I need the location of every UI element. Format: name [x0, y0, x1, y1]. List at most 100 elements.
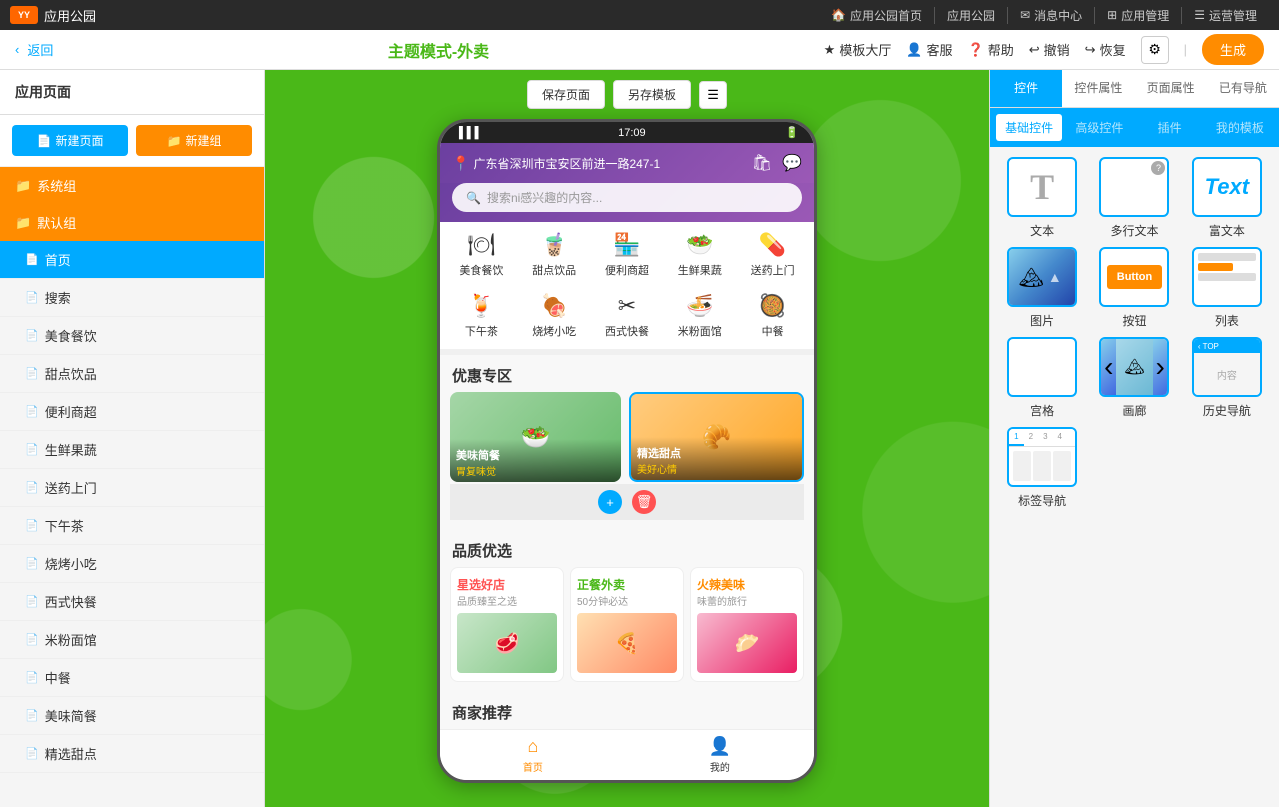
widget-multitext-icon: ?	[1099, 157, 1169, 217]
widget-list[interactable]: 列表	[1185, 247, 1269, 329]
sidebar-item-convenience[interactable]: 📄 便利商超	[0, 393, 264, 431]
redo-btn[interactable]: ↪ 恢复	[1085, 40, 1126, 59]
sidebar-item-western[interactable]: 📄 西式快餐	[0, 583, 264, 621]
new-page-button[interactable]: 📄 新建页面	[12, 125, 128, 156]
bbq-icon: 🍖	[540, 293, 567, 319]
subtab-my-template[interactable]: 我的模板	[1207, 114, 1273, 141]
save-page-button[interactable]: 保存页面	[527, 80, 605, 109]
widget-history-icon: ‹ TOP 内容	[1192, 337, 1262, 397]
quality-card-3[interactable]: 火辣美味 味蕾的旅行 🥟	[690, 567, 804, 682]
bottom-nav-home[interactable]: ⌂ 首页	[523, 736, 543, 774]
widget-grid-ctrl[interactable]: 宫格	[1000, 337, 1084, 419]
page-icon: 📄	[25, 519, 39, 532]
new-group-button[interactable]: 📁 新建组	[136, 125, 252, 156]
widget-tab-nav[interactable]: 1234 标签导航	[1000, 427, 1084, 509]
sidebar-group-system[interactable]: 📁 系统组	[0, 167, 264, 204]
tab-widget-props[interactable]: 控件属性	[1062, 70, 1134, 107]
sidebar-item-selected-dessert[interactable]: 📄 精选甜点	[0, 735, 264, 773]
help-icon: ❓	[968, 42, 984, 58]
sidebar-item-medicine[interactable]: 📄 送药上门	[0, 469, 264, 507]
sidebar-item-chinese[interactable]: 📄 中餐	[0, 659, 264, 697]
subtab-basic[interactable]: 基础控件	[996, 114, 1062, 141]
widget-text-icon: T	[1007, 157, 1077, 217]
medicine-icon: 💊	[759, 232, 786, 258]
widget-text[interactable]: T 文本	[1000, 157, 1084, 239]
sidebar-item-food[interactable]: 📄 美食餐饮	[0, 317, 264, 355]
cat-noodles[interactable]: 🍜 米粉面馆	[670, 293, 730, 339]
sidebar-item-bbq[interactable]: 📄 烧烤小吃	[0, 545, 264, 583]
widget-image-icon: 🏔	[1007, 247, 1077, 307]
page-icon: 📄	[25, 709, 39, 722]
sidebar-list: 📁 系统组 📁 默认组 📄 首页 📄 搜索 📄 美食餐饮 📄	[0, 167, 264, 807]
cat-convenience[interactable]: 🏪 便利商超	[597, 232, 657, 278]
search-bar[interactable]: 🔍 搜索ni感兴趣的内容...	[452, 183, 802, 212]
sidebar-item-home[interactable]: 📄 首页	[0, 241, 264, 279]
folder-icon: 📁	[167, 134, 182, 148]
nav-messages[interactable]: ✉ 消息中心	[1008, 7, 1095, 24]
cat-medicine[interactable]: 💊 送药上门	[743, 232, 803, 278]
promo-card-1[interactable]: 🥗 美味简餐 胃复味觉	[450, 392, 621, 482]
save-template-button[interactable]: 另存模板	[613, 80, 691, 109]
nav-app-park[interactable]: 应用公园	[935, 7, 1008, 24]
widget-multitext[interactable]: ? 多行文本	[1092, 157, 1176, 239]
widget-button[interactable]: Button 按钮	[1092, 247, 1176, 329]
logo-icon: YY	[10, 6, 38, 24]
quality-card-2[interactable]: 正餐外卖 50分钟必达 🍕	[570, 567, 684, 682]
widget-image[interactable]: 🏔 图片	[1000, 247, 1084, 329]
person-icon: 👤	[906, 42, 922, 58]
promo-add-button[interactable]: +	[598, 490, 622, 514]
location-icon: 📍	[452, 155, 469, 172]
nav-app-manage[interactable]: ⊞ 应用管理	[1095, 7, 1182, 24]
promo-delete-button[interactable]: 🗑	[632, 490, 656, 514]
sidebar-item-dessert[interactable]: 📄 甜点饮品	[0, 355, 264, 393]
categories-row1: 🍽 美食餐饮 🧋 甜点饮品 🏪 便利商超 🥗	[440, 222, 814, 288]
widget-grid-icon	[1007, 337, 1077, 397]
quality-img-1: 🥩	[457, 613, 557, 673]
back-button[interactable]: ‹ 返回	[15, 40, 53, 59]
widget-gallery-icon: ‹ 🏔 ›	[1099, 337, 1169, 397]
sidebar-item-search[interactable]: 📄 搜索	[0, 279, 264, 317]
subtab-plugin[interactable]: 插件	[1137, 114, 1203, 141]
categories-row2: 🍹 下午茶 🍖 烧烤小吃 ✂ 西式快餐 🍜	[440, 288, 814, 355]
tab-widgets[interactable]: 控件	[990, 70, 1062, 107]
cat-tea[interactable]: 🍹 下午茶	[451, 293, 511, 339]
page-icon: 📄	[25, 253, 39, 266]
widget-gallery[interactable]: ‹ 🏔 › 画廊	[1092, 337, 1176, 419]
settings-button[interactable]: ⚙	[1141, 36, 1169, 64]
cat-dessert[interactable]: 🧋 甜点饮品	[524, 232, 584, 278]
nav-home[interactable]: 🏠 应用公园首页	[819, 7, 935, 24]
quality-card-1[interactable]: 星选好店 品质臻至之选 🥩	[450, 567, 564, 682]
bottom-nav-mine[interactable]: 👤 我的	[709, 736, 731, 774]
page-icon: 📄	[25, 671, 39, 684]
canvas-settings-button[interactable]: ☰	[699, 81, 727, 109]
canvas-toolbar: 保存页面 另存模板 ☰	[527, 80, 727, 109]
tab-nav[interactable]: 已有导航	[1207, 70, 1279, 107]
sidebar-item-simple-meal[interactable]: 📄 美味简餐	[0, 697, 264, 735]
promo-card-2[interactable]: 🥐 精选甜点 美好心情	[629, 392, 804, 482]
cat-food[interactable]: 🍽 美食餐饮	[451, 232, 511, 278]
cat-western[interactable]: ✂ 西式快餐	[597, 293, 657, 339]
widget-richtext[interactable]: Text 富文本	[1185, 157, 1269, 239]
sidebar-item-noodles[interactable]: 📄 米粉面馆	[0, 621, 264, 659]
help-btn[interactable]: ❓ 帮助	[968, 40, 1014, 59]
generate-button[interactable]: 生成	[1202, 34, 1264, 65]
customer-service-btn[interactable]: 👤 客服	[906, 40, 952, 59]
cat-chinese[interactable]: 🥘 中餐	[743, 293, 803, 339]
undo-btn[interactable]: ↩ 撤销	[1029, 40, 1070, 59]
template-hall-btn[interactable]: ★ 模板大厅	[824, 40, 892, 59]
nav-ops-manage[interactable]: ☰ 运营管理	[1182, 7, 1269, 24]
cat-fresh[interactable]: 🥗 生鲜果蔬	[670, 232, 730, 278]
tab-page-props[interactable]: 页面属性	[1135, 70, 1207, 107]
page-icon: 📄	[25, 633, 39, 646]
widget-history-nav[interactable]: ‹ TOP 内容 历史导航	[1185, 337, 1269, 419]
star-icon: ★	[824, 42, 836, 58]
cat-bbq[interactable]: 🍖 烧烤小吃	[524, 293, 584, 339]
sidebar-group-default[interactable]: 📁 默认组	[0, 204, 264, 241]
sidebar-item-fresh[interactable]: 📄 生鲜果蔬	[0, 431, 264, 469]
phone-body: 🍽 美食餐饮 🧋 甜点饮品 🏪 便利商超 🥗	[440, 222, 814, 729]
phone-bottom-nav: ⌂ 首页 👤 我的	[440, 729, 814, 780]
logo: YY 应用公园	[10, 6, 96, 25]
page-icon: 📄	[25, 747, 39, 760]
subtab-advanced[interactable]: 高级控件	[1066, 114, 1132, 141]
sidebar-item-afternoon-tea[interactable]: 📄 下午茶	[0, 507, 264, 545]
